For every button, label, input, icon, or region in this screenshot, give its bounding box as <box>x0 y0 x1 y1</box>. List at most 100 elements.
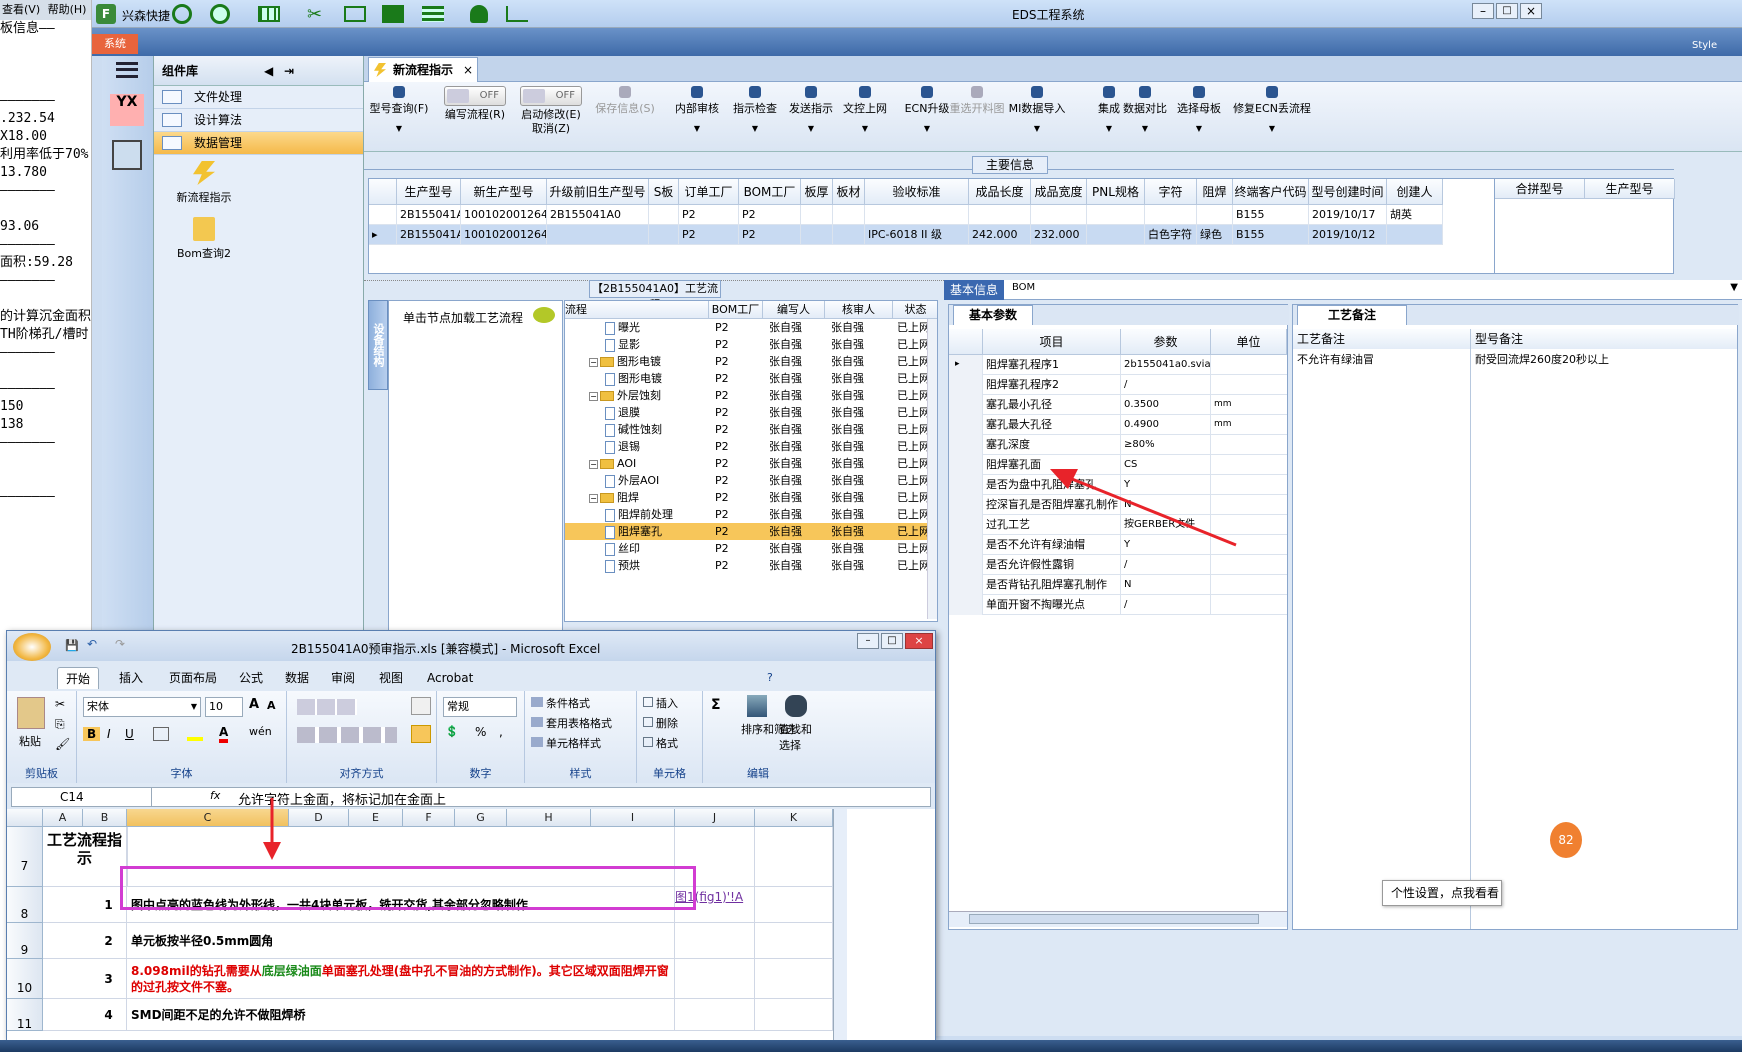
phonetic-icon[interactable]: wén <box>249 725 272 738</box>
table-cell[interactable]: 242.000 <box>969 225 1031 245</box>
table-cell[interactable]: 2019/10/12 <box>1309 225 1387 245</box>
tab-new-flow[interactable]: 新流程指示 × <box>368 57 478 82</box>
tree-row[interactable]: − 阻焊 P2 张自强 张自强 已上网 <box>565 489 937 506</box>
column-header[interactable]: 阻焊 <box>1197 179 1233 205</box>
tree-row[interactable]: − 外层蚀刻 P2 张自强 张自强 已上网 <box>565 387 937 404</box>
tree-row[interactable]: 预烘 P2 张自强 张自强 已上网 <box>565 557 937 574</box>
column-header[interactable]: 单位 <box>1211 329 1287 355</box>
toolbar-button[interactable]: 重选开料图 <box>944 86 1010 116</box>
equipment-side-tab[interactable]: 设备结构 <box>368 300 388 390</box>
tree-row[interactable]: 曝光 P2 张自强 张自强 已上网 <box>565 319 937 336</box>
row-selector[interactable] <box>369 205 397 225</box>
excel-minimize-button[interactable]: – <box>857 633 879 649</box>
ribbon-tab[interactable]: 视图 <box>371 667 411 689</box>
percent-icon[interactable]: % <box>475 725 486 739</box>
hamburger-menu-icon[interactable] <box>116 62 138 78</box>
name-box[interactable]: C14 <box>12 788 152 806</box>
column-header[interactable]: F <box>403 809 455 827</box>
bold-button[interactable]: B <box>83 727 101 741</box>
ribbon-tab[interactable]: 页面布局 <box>161 667 225 689</box>
library-tool[interactable]: Bom查询2 <box>154 217 254 267</box>
office-button-icon[interactable] <box>13 633 51 661</box>
column-header[interactable]: B <box>83 809 127 827</box>
column-header[interactable]: 型号创建时间 <box>1309 179 1387 205</box>
column-header[interactable]: 成品长度 <box>969 179 1031 205</box>
style-button[interactable]: 套用表格格式 <box>531 715 612 731</box>
toolbar-button[interactable]: 文控上网 ▼ <box>832 86 898 136</box>
column-header[interactable]: 生产型号 <box>397 179 461 205</box>
borders-icon[interactable] <box>153 727 169 741</box>
tree-row[interactable]: − 图形电镀 P2 张自强 张自强 已上网 <box>565 353 937 370</box>
cell-k[interactable] <box>755 959 833 999</box>
menu-view[interactable]: 查看(V) <box>2 3 40 16</box>
tree-row[interactable]: − AOI P2 张自强 张自强 已上网 <box>565 455 937 472</box>
table-cell[interactable]: P2 <box>679 205 739 225</box>
ribbon-tab[interactable]: 公式 <box>231 667 271 689</box>
scissors-icon[interactable]: ✂ <box>307 4 322 25</box>
model-remark-text[interactable]: 耐受回流焊260度20秒以上 <box>1475 351 1609 367</box>
style-label[interactable]: Style <box>1692 40 1717 51</box>
row-header[interactable]: 7 <box>7 827 43 887</box>
autosum-icon[interactable]: Σ <box>711 697 721 713</box>
comma-icon[interactable]: , <box>499 725 503 739</box>
off-switch[interactable]: OFF <box>444 86 506 106</box>
table-cell[interactable]: 胡英 <box>1387 205 1443 225</box>
column-header[interactable]: 终端客户代码 <box>1233 179 1309 205</box>
font-color-icon[interactable]: A <box>219 725 229 743</box>
dropdown-icon[interactable]: ▼ <box>1004 122 1070 136</box>
table-cell[interactable] <box>833 225 865 245</box>
table-cell[interactable]: P2 <box>739 225 801 245</box>
close-button[interactable]: × <box>1520 3 1542 19</box>
param-row[interactable]: 塞孔最小孔径 0.3500 mm <box>949 395 1287 415</box>
vertical-align-icons[interactable] <box>297 699 357 715</box>
column-header[interactable]: G <box>455 809 507 827</box>
column-header[interactable]: 创建人 <box>1387 179 1443 205</box>
font-size-select[interactable]: 10 <box>205 697 243 717</box>
table-cell[interactable]: 绿色 <box>1197 225 1233 245</box>
cell-k[interactable] <box>755 923 833 959</box>
table-cell[interactable] <box>1197 205 1233 225</box>
column-header[interactable]: 新生产型号 <box>461 179 547 205</box>
italic-button[interactable]: I <box>107 727 111 741</box>
shrink-font-icon[interactable]: A <box>267 699 276 712</box>
table-cell[interactable] <box>1031 205 1087 225</box>
param-row[interactable]: 是否背钻孔阻焊塞孔制作 N <box>949 575 1287 595</box>
column-header[interactable]: 订单工厂 <box>679 179 739 205</box>
chart-icon[interactable] <box>506 6 528 22</box>
toolbar-button[interactable]: 修复ECN丢流程 ▼ <box>1224 86 1320 136</box>
undo-icon[interactable]: ↶ <box>87 637 97 651</box>
tree-row[interactable]: 退锡 P2 张自强 张自强 已上网 <box>565 438 937 455</box>
ribbon-tab[interactable]: 插入 <box>111 667 151 689</box>
table-cell[interactable] <box>801 205 833 225</box>
library-item[interactable]: 数据管理 <box>154 132 363 155</box>
column-header[interactable]: E <box>349 809 403 827</box>
column-header[interactable]: 升级前旧生产型号 <box>547 179 649 205</box>
param-row[interactable]: ▸ 阻焊塞孔程序1 2b155041a0.svia <box>949 355 1287 375</box>
table-cell[interactable] <box>1087 225 1145 245</box>
help-icon[interactable]: ? <box>767 671 773 684</box>
param-row[interactable]: 是否允许假性露铜 / <box>949 555 1287 575</box>
font-name-select[interactable]: 宋体 ▼ <box>83 697 201 717</box>
cell-c[interactable]: 8.098mil的钻孔需要从底层绿油面单面塞孔处理(盘中孔不冒油的方式制作)。其… <box>127 959 675 999</box>
toolbar-button[interactable]: 保存信息(S) <box>592 86 658 116</box>
cell-b[interactable]: 2 <box>91 923 127 959</box>
ribbon-tab[interactable]: 开始 <box>57 667 100 689</box>
cut-icon[interactable]: ✂ <box>55 697 65 711</box>
column-header[interactable]: 字符 <box>1145 179 1197 205</box>
dropdown-icon[interactable]: ▼ <box>832 122 898 136</box>
column-header[interactable]: J <box>675 809 755 827</box>
row-selector[interactable]: ▸ <box>369 225 397 245</box>
tree-row[interactable]: 阻焊前处理 P2 张自强 张自强 已上网 <box>565 506 937 523</box>
library-item[interactable]: 文件处理 <box>154 86 363 109</box>
table-cell[interactable]: 2B155041A1 <box>397 205 461 225</box>
process-remark-text[interactable]: 不允许有绿油冒 <box>1293 349 1471 929</box>
tab-close-icon[interactable]: × <box>463 58 473 82</box>
toolbar-button[interactable]: OFF 编写流程(R) <box>442 86 508 122</box>
table-cell[interactable] <box>649 225 679 245</box>
excel-restore-button[interactable]: □ <box>881 633 903 649</box>
table-cell[interactable] <box>969 205 1031 225</box>
toolbar-button[interactable]: 型号查询(F) ▼ <box>364 86 434 136</box>
paste-label[interactable]: 粘贴 <box>19 733 41 749</box>
params-hscrollbar[interactable] <box>949 911 1287 927</box>
cell-j[interactable] <box>675 923 755 959</box>
